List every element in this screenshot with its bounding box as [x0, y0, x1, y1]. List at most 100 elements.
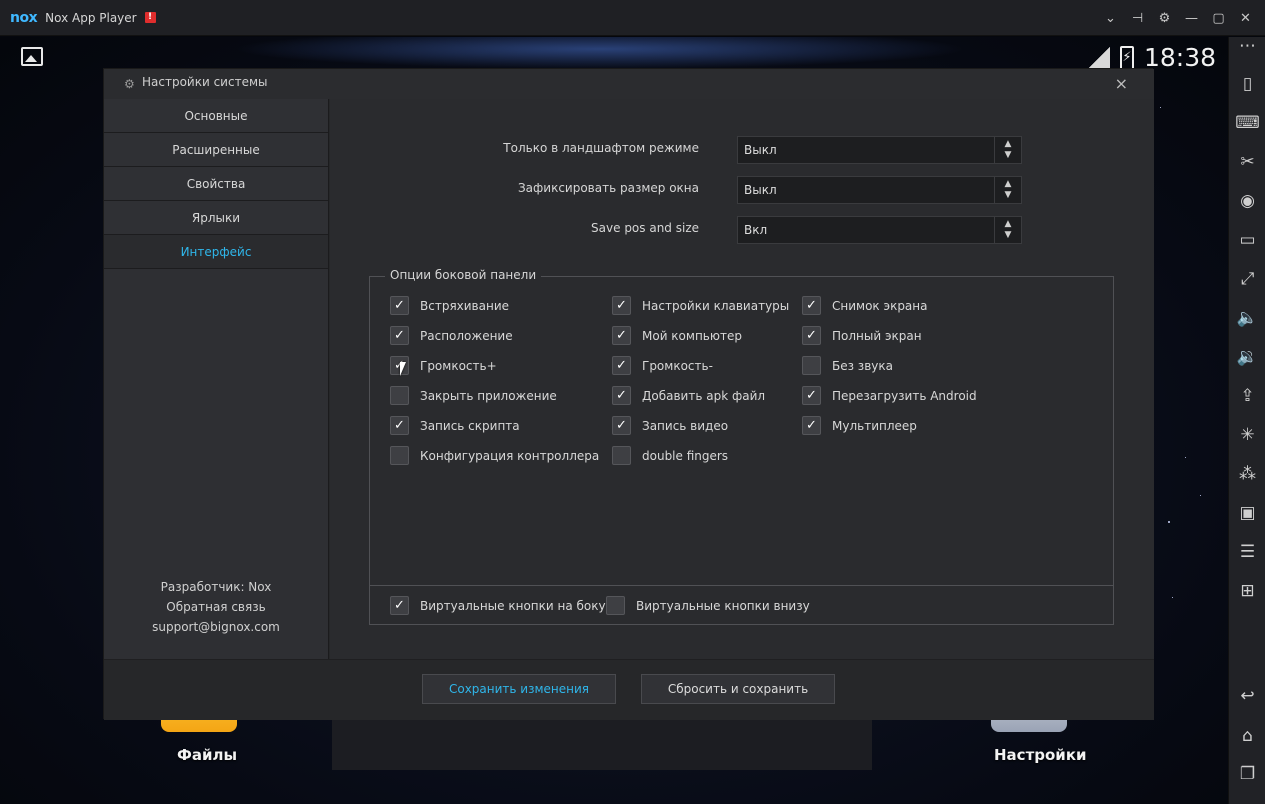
checkbox-label: Громкость- — [642, 358, 713, 373]
right-toolbar: ⋯ ▯ ⌨ ✂ ◉ ▭ ⤢ 🔈 🔉 ⇪ ✳ ⁂ ▣ ☰ ⊞ ↩ ⌂ ❐ — [1228, 36, 1265, 804]
chevron-down-icon[interactable]: ⌄ — [1097, 0, 1124, 36]
updown-arrows-icon[interactable]: ▲ ▼ — [994, 177, 1021, 203]
reset-and-save-button[interactable]: Сбросить и сохранить — [641, 674, 835, 704]
status-clock: 18:38 — [1143, 43, 1216, 72]
check-icon[interactable]: ✓ — [802, 326, 821, 345]
checkbox-label: double fingers — [642, 448, 729, 463]
nav-item-properties[interactable]: Свойства — [104, 167, 328, 201]
checkbox-label: Запись видео — [642, 418, 729, 433]
checkbox-box[interactable] — [612, 446, 631, 465]
video-record-icon[interactable]: ▣ — [1229, 498, 1265, 528]
checkbox-close-app[interactable]: Закрыть приложение — [390, 386, 557, 405]
nav-item-interface[interactable]: Интерфейс — [104, 235, 328, 269]
checkbox-box[interactable] — [390, 446, 409, 465]
dialog-close-button[interactable]: × — [1115, 74, 1128, 93]
add-apk-icon[interactable]: ⇪ — [1229, 381, 1265, 411]
save-pos-size-select[interactable]: Вкл ▲ ▼ — [737, 216, 1022, 244]
files-app-label[interactable]: Файлы — [177, 746, 237, 764]
check-icon[interactable]: ✓ — [802, 416, 821, 435]
nav-item-basic[interactable]: Основные — [104, 99, 328, 133]
screenshot-scissors-icon[interactable]: ✂ — [1229, 147, 1265, 177]
checkbox-add-apk[interactable]: ✓ Добавить apk файл — [612, 386, 765, 405]
checkbox-video-record[interactable]: ✓ Запись видео — [612, 416, 728, 435]
loading-icon[interactable]: ✳ — [1229, 420, 1265, 450]
checkbox-label: Громкость+ — [420, 358, 497, 373]
landscape-mode-select[interactable]: Выкл ▲ ▼ — [737, 136, 1022, 164]
checkbox-keyboard-settings[interactable]: ✓ Настройки клавиатуры — [612, 296, 789, 315]
updown-arrows-icon[interactable]: ▲ ▼ — [994, 217, 1021, 243]
check-icon[interactable]: ✓ — [390, 596, 409, 615]
fix-window-size-select[interactable]: Выкл ▲ ▼ — [737, 176, 1022, 204]
check-icon[interactable]: ✓ — [390, 416, 409, 435]
maximize-icon[interactable]: ▢ — [1205, 0, 1232, 36]
checkbox-fullscreen[interactable]: ✓ Полный экран — [802, 326, 922, 345]
checkbox-label: Добавить apk файл — [642, 388, 766, 403]
home-icon[interactable]: ⌂ — [1229, 721, 1265, 751]
gear-icon[interactable]: ⚙ — [1151, 0, 1178, 36]
dialog-title: Настройки системы — [142, 75, 268, 89]
checkbox-box[interactable] — [606, 596, 625, 615]
checkbox-mute[interactable]: Без звука — [802, 356, 893, 375]
checkbox-label: Настройки клавиатуры — [642, 298, 790, 313]
dialog-header: ⚙ Настройки системы × — [104, 69, 1154, 99]
shake-icon[interactable]: ▯ — [1229, 69, 1265, 99]
checkbox-location[interactable]: ✓ Расположение — [390, 326, 513, 345]
app-title: Nox App Player — [45, 10, 137, 25]
my-computer-icon[interactable]: ▭ — [1229, 225, 1265, 255]
check-icon[interactable]: ✓ — [390, 296, 409, 315]
alert-badge[interactable]: ! — [144, 12, 156, 23]
check-icon[interactable]: ✓ — [802, 296, 821, 315]
check-icon[interactable]: ✓ — [612, 386, 631, 405]
updown-arrows-icon[interactable]: ▲ ▼ — [994, 137, 1021, 163]
volume-down-icon[interactable]: 🔉 — [1229, 342, 1265, 372]
save-pos-size-label: Save pos and size — [591, 221, 699, 235]
checkbox-multiplayer[interactable]: ✓ Мультиплеер — [802, 416, 917, 435]
recent-apps-icon[interactable]: ❐ — [1229, 759, 1265, 789]
checkbox-my-computer[interactable]: ✓ Мой компьютер — [612, 326, 742, 345]
checkbox-virtual-buttons-side[interactable]: ✓ Виртуальные кнопки на боку — [390, 596, 606, 615]
battery-charging-icon: ⚡ — [1119, 45, 1134, 70]
check-icon[interactable]: ✓ — [802, 386, 821, 405]
fix-window-size-label: Зафиксировать размер окна — [517, 181, 699, 195]
check-icon[interactable]: ✓ — [612, 356, 631, 375]
image-notification-icon — [21, 47, 43, 66]
support-email-link[interactable]: support@bignox.com — [104, 617, 328, 637]
more-icon[interactable]: ⋯ — [1229, 31, 1265, 61]
feedback-link[interactable]: Обратная связь — [104, 597, 328, 617]
check-icon[interactable]: ✓ — [390, 326, 409, 345]
checkbox-virtual-buttons-bottom[interactable]: Виртуальные кнопки внизу — [606, 596, 810, 615]
macro-icon[interactable]: ⁂ — [1229, 459, 1265, 489]
checkbox-label: Запись скрипта — [420, 418, 520, 433]
save-changes-button[interactable]: Сохранить изменения — [422, 674, 616, 704]
check-icon[interactable]: ✓ — [612, 326, 631, 345]
check-icon[interactable]: ✓ — [612, 296, 631, 315]
checkbox-double-fingers[interactable]: double fingers — [612, 446, 728, 465]
sidebar-options-legend: Опции боковой панели — [385, 268, 542, 282]
checkbox-script-record[interactable]: ✓ Запись скрипта — [390, 416, 520, 435]
nav-item-shortcuts[interactable]: Ярлыки — [104, 201, 328, 235]
checkbox-box[interactable] — [390, 386, 409, 405]
minimize-icon[interactable]: — — [1178, 0, 1205, 36]
checkbox-reboot-android[interactable]: ✓ Перезагрузить Android — [802, 386, 977, 405]
nav-item-advanced[interactable]: Расширенные — [104, 133, 328, 167]
checkbox-controller-config[interactable]: Конфигурация контроллера — [390, 446, 599, 465]
pin-icon[interactable]: ⊣ — [1124, 0, 1151, 36]
fullscreen-icon[interactable]: ⤢ — [1229, 264, 1265, 294]
location-icon[interactable]: ◉ — [1229, 186, 1265, 216]
checkbox-box[interactable] — [802, 356, 821, 375]
checkbox-label: Встряхивание — [420, 298, 510, 313]
mouse-cursor-icon — [400, 362, 406, 376]
multi-instance-icon[interactable]: ☰ — [1229, 537, 1265, 567]
checkbox-volume-down[interactable]: ✓ Громкость- — [612, 356, 713, 375]
settings-app-label[interactable]: Настройки — [994, 746, 1087, 764]
checkbox-shake[interactable]: ✓ Встряхивание — [390, 296, 509, 315]
gear-icon: ⚙ — [124, 77, 135, 91]
back-icon[interactable]: ↩ — [1229, 681, 1265, 711]
fix-window-size-value: Выкл — [744, 183, 777, 197]
checkbox-label: Без звука — [832, 358, 893, 373]
checkbox-screenshot[interactable]: ✓ Снимок экрана — [802, 296, 927, 315]
keyboard-icon[interactable]: ⌨ — [1229, 108, 1265, 138]
add-icon[interactable]: ⊞ — [1229, 576, 1265, 606]
check-icon[interactable]: ✓ — [612, 416, 631, 435]
volume-up-icon[interactable]: 🔈 — [1229, 303, 1265, 333]
